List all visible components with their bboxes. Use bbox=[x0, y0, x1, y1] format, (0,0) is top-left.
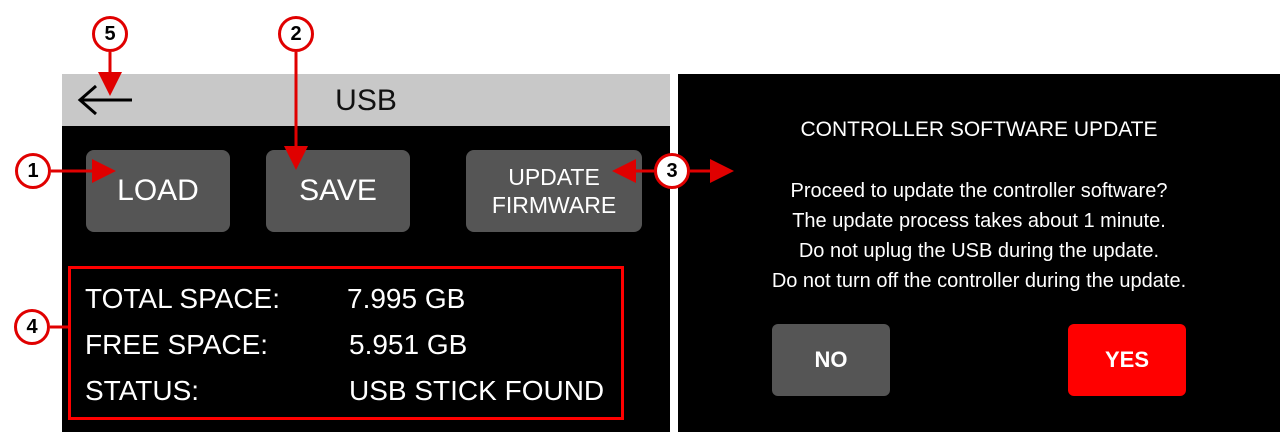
usb-info-box: TOTAL SPACE: 7.995 GB FREE SPACE: 5.951 … bbox=[68, 266, 624, 420]
status-value: USB STICK FOUND bbox=[349, 375, 605, 406]
callout-4: 4 bbox=[14, 309, 50, 345]
total-space-value: 7.995 GB bbox=[347, 283, 466, 314]
usb-screen: USB LOAD SAVE UPDATE FIRMWARE TOTAL SPAC… bbox=[62, 74, 670, 432]
yes-button[interactable]: YES bbox=[1068, 324, 1186, 396]
callout-5: 5 bbox=[92, 16, 128, 52]
callout-3: 3 bbox=[654, 153, 690, 189]
free-space-label: FREE SPACE: bbox=[85, 329, 269, 360]
dialog-message-line: Do not turn off the controller during th… bbox=[771, 270, 1187, 292]
no-button[interactable]: NO bbox=[772, 324, 890, 396]
callout-1: 1 bbox=[15, 153, 51, 189]
update-firmware-button[interactable]: UPDATE FIRMWARE bbox=[466, 150, 642, 232]
status-label: STATUS: bbox=[85, 375, 200, 406]
total-space-label: TOTAL SPACE: bbox=[85, 283, 281, 314]
dialog-message: Proceed to update the controller softwar… bbox=[678, 176, 1280, 296]
page-title: USB bbox=[335, 84, 397, 117]
update-firmware-label-line2: FIRMWARE bbox=[491, 192, 617, 218]
load-button[interactable]: LOAD bbox=[86, 150, 230, 232]
title-bar: USB bbox=[62, 74, 670, 126]
dialog-message-line: The update process takes about 1 minute. bbox=[792, 210, 1166, 232]
save-button[interactable]: SAVE bbox=[266, 150, 410, 232]
update-firmware-label-line1: UPDATE bbox=[508, 164, 600, 190]
dialog-message-line: Proceed to update the controller softwar… bbox=[790, 180, 1168, 202]
callout-2: 2 bbox=[278, 16, 314, 52]
free-space-value: 5.951 GB bbox=[349, 329, 468, 360]
dialog-title: CONTROLLER SOFTWARE UPDATE bbox=[800, 118, 1158, 141]
update-dialog: CONTROLLER SOFTWARE UPDATE Proceed to up… bbox=[678, 74, 1280, 432]
dialog-message-line: Do not uplug the USB during the update. bbox=[798, 240, 1160, 262]
